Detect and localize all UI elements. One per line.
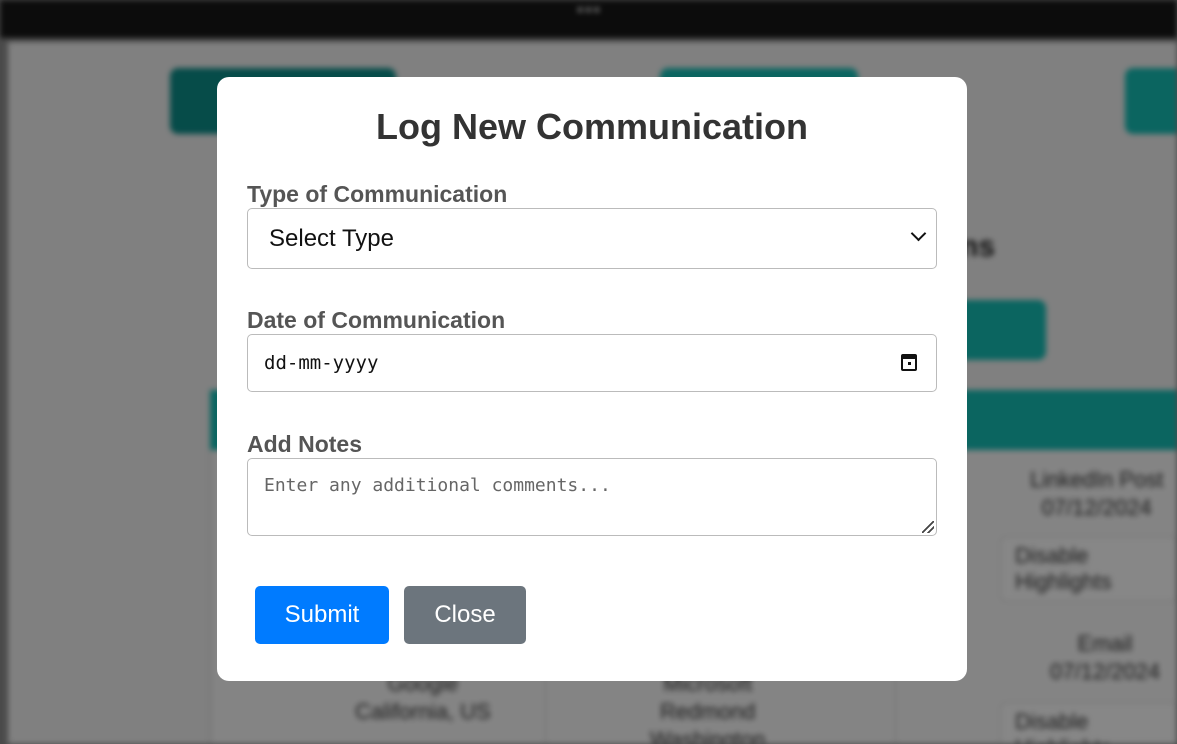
log-communication-modal: Log New Communication Type of Communicat… [217,77,967,681]
modal-title: Log New Communication [376,106,808,147]
date-label: Date of Communication [247,307,506,333]
notes-textarea[interactable]: Enter any additional comments... [247,458,937,536]
notes-label: Add Notes [247,431,362,457]
communication-type-select[interactable]: Select Type [247,208,937,269]
calendar-icon[interactable] [901,354,917,371]
select-value: Select Type [269,225,394,252]
submit-button[interactable]: Submit [255,586,389,644]
chevron-down-icon [910,225,927,242]
resize-handle-icon[interactable] [922,521,934,533]
communication-date-input[interactable]: dd-mm-yyyy [247,334,937,392]
close-button[interactable]: Close [404,586,526,644]
type-label: Type of Communication [247,181,508,207]
notes-placeholder: Enter any additional comments... [264,475,611,496]
date-placeholder: dd-mm-yyyy [264,352,379,374]
